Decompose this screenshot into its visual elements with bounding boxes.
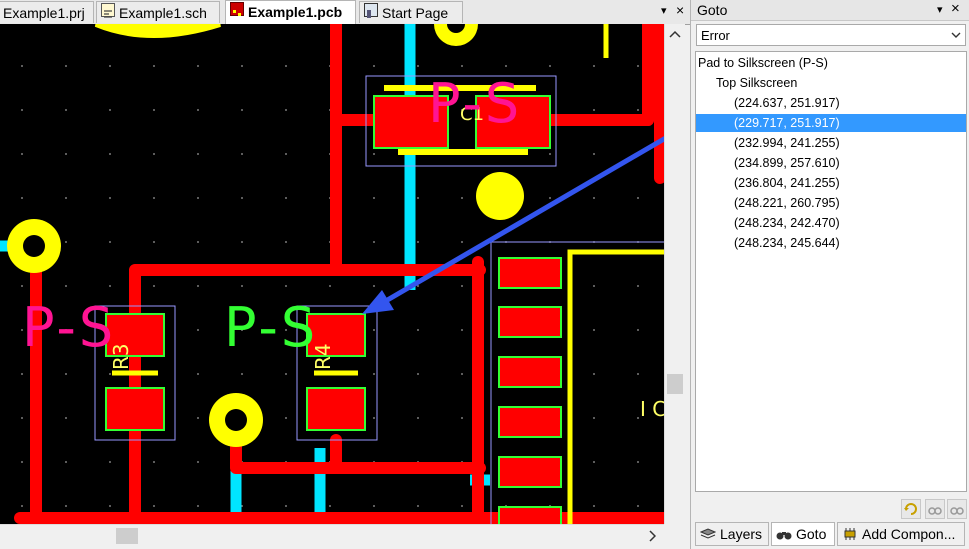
panel-tab-label: Goto [796,526,827,542]
horizontal-scrollbar[interactable] [0,524,664,547]
drc-marker-r4[interactable]: P-S [224,296,318,359]
pcb-icon [230,2,244,16]
drc-marker-r3[interactable]: P-S [22,296,116,359]
panel-tab-label: Add Compon... [862,526,956,542]
horizontal-scroll-thumb[interactable] [116,528,138,544]
dropdown-value: Error [701,28,730,43]
pcb-canvas[interactable]: C1 R3 R4 I C P-S P-S P-S [0,24,664,524]
tab-label: Example1.pcb [248,4,343,20]
chevron-down-icon [951,32,961,38]
goto-panel: Goto ▾ × Error Pad to Silkscreen (P-S) T… [690,0,969,549]
vertical-scroll-thumb[interactable] [667,374,683,394]
document-tab-bar: Example1.prj Example1.sch Example1.pcb S… [0,0,690,25]
tab-start-page[interactable]: Start Page [359,1,463,23]
panel-close-button[interactable]: × [951,0,960,17]
goto-next-button[interactable] [947,499,967,519]
scroll-up-icon[interactable] [669,30,681,38]
tree-location-item[interactable]: (248.234, 245.644) [734,234,840,252]
add-component-icon [844,528,856,540]
tab-example1-sch[interactable]: Example1.sch [96,1,220,23]
tree-root-item[interactable]: Pad to Silkscreen (P-S) [698,54,828,72]
tree-location-item-selected[interactable]: (229.717, 251.917) [696,114,966,132]
binoculars-prev-icon [928,507,942,515]
tree-child-item[interactable]: Top Silkscreen [716,74,797,92]
refresh-icon [904,503,917,515]
silk-ic-label: I C [640,397,664,421]
tab-example1-pcb[interactable]: Example1.pcb [225,0,356,24]
goto-refresh-button[interactable] [901,499,921,519]
goto-category-dropdown[interactable]: Error [696,24,966,46]
vertical-scrollbar[interactable] [664,24,685,524]
start-page-icon [364,3,378,18]
layers-icon [700,528,716,539]
tab-menu-button[interactable]: ▾ [661,4,667,17]
tab-example1-prj[interactable]: Example1.prj [0,1,94,23]
pcb-drawing: C1 R3 R4 I C P-S P-S P-S [0,24,664,524]
scroll-right-icon[interactable] [648,530,656,542]
tree-location-item[interactable]: (248.221, 260.795) [734,194,840,212]
binoculars-next-icon [950,507,964,515]
panel-tab-label: Layers [720,526,763,542]
panel-title-bar: Goto ▾ × [691,0,969,21]
tab-label: Example1.prj [3,5,85,21]
drc-marker-c1[interactable]: P-S [428,72,522,135]
tree-location-item[interactable]: (232.994, 241.255) [734,134,840,152]
tree-location-item[interactable]: (234.899, 257.610) [734,154,840,172]
tab-label: Example1.sch [119,5,207,21]
tree-location-item[interactable]: (236.804, 241.255) [734,174,840,192]
tree-location-item[interactable]: (224.637, 251.917) [734,94,840,112]
schematic-icon [101,3,115,18]
binoculars-icon [776,532,792,540]
panel-tab-goto[interactable]: Goto [771,522,835,546]
panel-title: Goto [697,2,728,18]
goto-previous-button[interactable] [925,499,945,519]
panel-tab-layers[interactable]: Layers [695,522,769,546]
panel-pin-button[interactable]: ▾ [937,3,943,16]
violation-tree[interactable]: Pad to Silkscreen (P-S) Top Silkscreen (… [695,51,967,492]
tab-label: Start Page [382,5,449,21]
tab-close-button[interactable]: × [676,2,684,18]
panel-tab-add-component[interactable]: Add Compon... [837,522,965,546]
tree-location-item[interactable]: (248.234, 242.470) [734,214,840,232]
